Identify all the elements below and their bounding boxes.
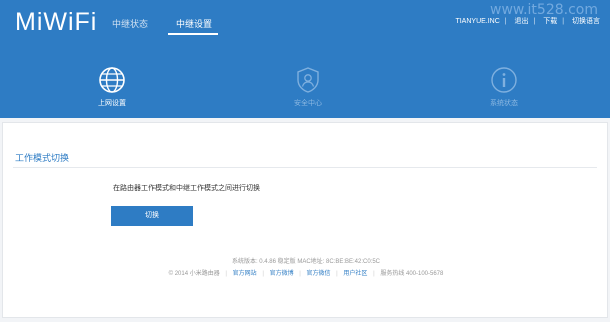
hotline-text: 服务热线 400-100-5678 bbox=[380, 271, 444, 277]
nav-label-internet: 上网设置 bbox=[98, 100, 126, 107]
active-tab-indicator bbox=[168, 33, 218, 35]
nav-security-center[interactable]: 安全中心 bbox=[268, 66, 348, 108]
official-weibo-link[interactable]: 官方微博 bbox=[270, 271, 294, 277]
nav-label-status: 系统状态 bbox=[490, 100, 518, 107]
tab-relay-settings[interactable]: 中继设置 bbox=[176, 17, 212, 30]
official-site-link[interactable]: 官方网站 bbox=[233, 271, 257, 277]
header-bar: MiWiFi 中继状态 中继设置 www.it528.com TIANYUE.I… bbox=[0, 0, 610, 118]
switch-mode-button[interactable]: 切换 bbox=[111, 206, 193, 226]
nav-label-security: 安全中心 bbox=[294, 100, 322, 107]
section-title: 工作模式切换 bbox=[15, 153, 70, 163]
copyright-text: © 2014 小米路由器 bbox=[168, 271, 220, 277]
user-menu: TIANYUE.INC | 退出 | 下载 | 切换语言 bbox=[455, 18, 600, 25]
tab-relay-status[interactable]: 中继状态 bbox=[112, 17, 148, 30]
info-icon bbox=[491, 67, 517, 93]
app-window: MiWiFi 中继状态 中继设置 www.it528.com TIANYUE.I… bbox=[0, 0, 610, 322]
download-link[interactable]: 下载 bbox=[543, 18, 557, 25]
content-panel: 工作模式切换 在路由器工作模式和中继工作模式之间进行切换 切换 系统版本: 0.… bbox=[2, 122, 608, 318]
shield-user-icon bbox=[297, 67, 319, 93]
system-info: 系统版本: 0.4.86 稳定版 MAC地址: 8C:BE:BE:42:C0:5… bbox=[231, 259, 381, 265]
footer-links: © 2014 小米路由器 | 官方网站 | 官方微博 | 官方微信 | 用户社区… bbox=[168, 271, 444, 277]
nav-internet-settings[interactable]: 上网设置 bbox=[72, 66, 152, 108]
globe-icon bbox=[99, 67, 125, 93]
section-divider bbox=[13, 167, 597, 168]
mode-switch-description: 在路由器工作模式和中继工作模式之间进行切换 bbox=[113, 185, 260, 192]
username-label[interactable]: TIANYUE.INC bbox=[455, 18, 499, 25]
logout-link[interactable]: 退出 bbox=[515, 18, 529, 25]
language-link[interactable]: 切换语言 bbox=[572, 18, 600, 25]
community-link[interactable]: 用户社区 bbox=[343, 271, 367, 277]
nav-system-status[interactable]: 系统状态 bbox=[464, 66, 544, 108]
official-wechat-link[interactable]: 官方微信 bbox=[306, 271, 330, 277]
miwifi-logo: MiWiFi bbox=[15, 8, 98, 36]
